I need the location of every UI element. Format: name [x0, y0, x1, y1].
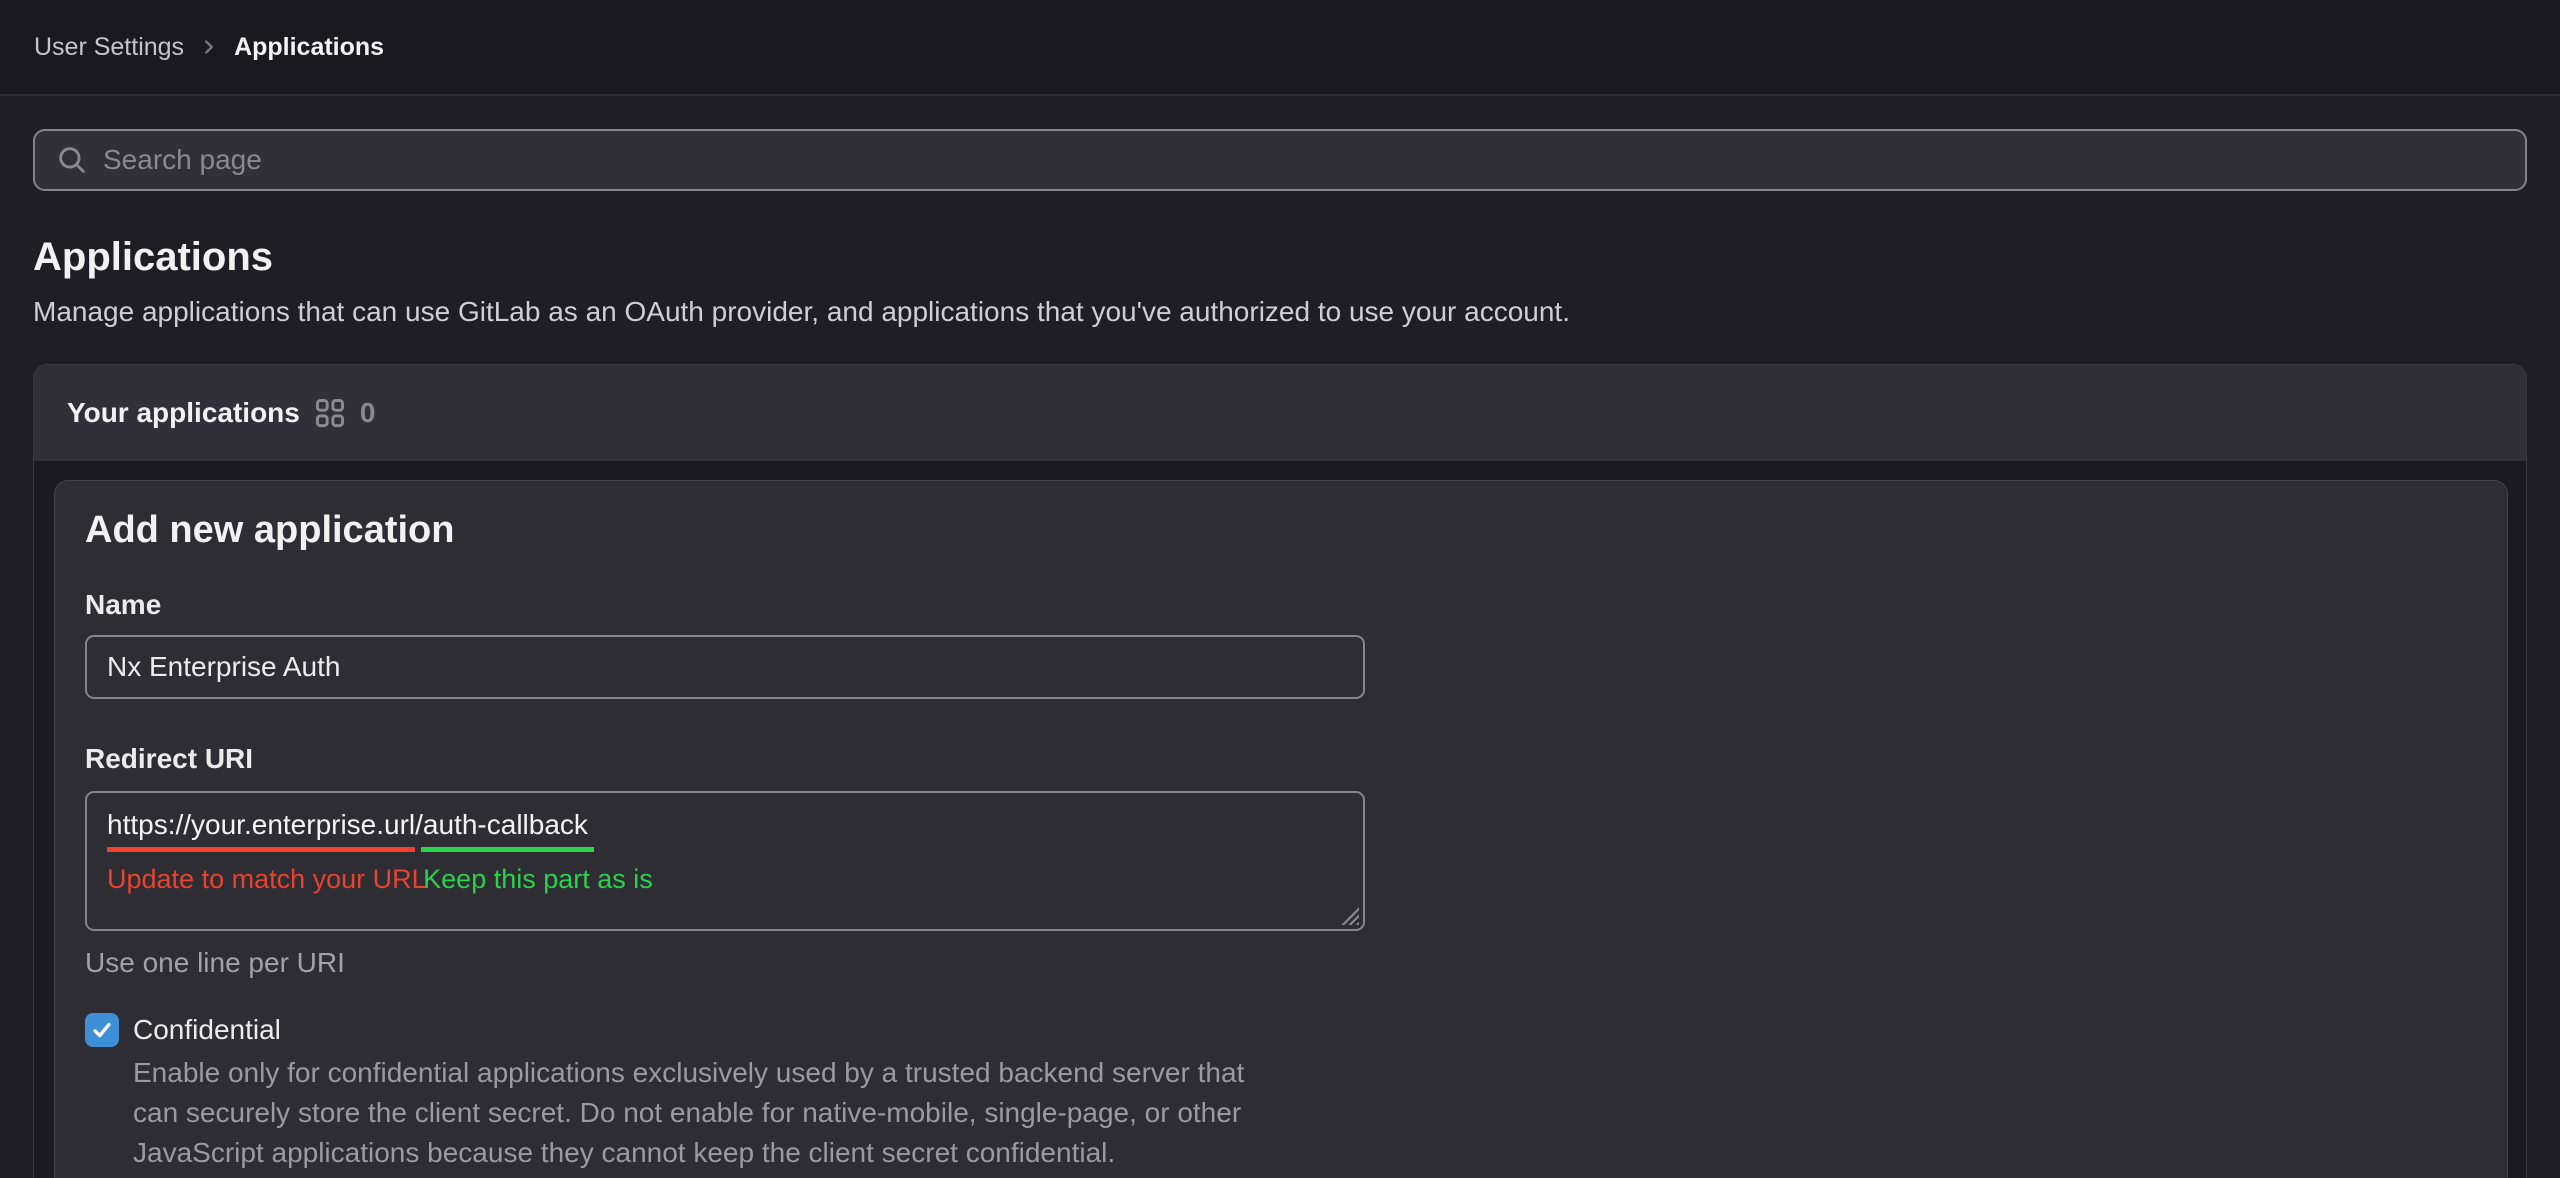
page-content: Applications Manage applications that ca…: [0, 129, 2560, 1178]
url-annotations: https://your.enterprise.urlUpdate to mat…: [107, 864, 1343, 896]
redirect-uri-label: Redirect URI: [85, 743, 2477, 775]
redirect-uri-value: https://your.enterprise.url/auth-callbac…: [107, 807, 1343, 843]
your-applications-body: Add new application Name Redirect URI ht…: [34, 461, 2526, 1178]
green-underline: /auth-callback: [421, 847, 594, 852]
url-annotation-underlines: https://your.enterprise.url/auth-callbac…: [107, 847, 1343, 852]
confidential-label[interactable]: Confidential: [133, 1014, 281, 1046]
annotation-update-url: Update to match your URL: [107, 864, 415, 895]
search-input[interactable]: [103, 131, 2505, 189]
redirect-uri-helper: Use one line per URI: [85, 947, 2477, 979]
redirect-uri-textarea[interactable]: https://your.enterprise.url/auth-callbac…: [85, 791, 1365, 931]
add-application-title: Add new application: [85, 507, 2477, 553]
your-applications-title: Your applications: [67, 397, 300, 429]
breadcrumb-applications[interactable]: Applications: [234, 33, 384, 62]
name-label: Name: [85, 589, 2477, 621]
annotation-keep-part: Keep this part as is: [423, 864, 653, 895]
applications-count-badge: 0: [360, 397, 376, 429]
breadcrumb: User Settings Applications: [34, 33, 384, 62]
confidential-description: Enable only for confidential application…: [133, 1053, 2477, 1173]
red-underline: https://your.enterprise.url: [107, 847, 415, 852]
chevron-right-icon: [198, 36, 220, 58]
page-description: Manage applications that can use GitLab …: [33, 296, 2527, 328]
breadcrumb-bar: User Settings Applications: [0, 0, 2560, 96]
checkmark-icon: [90, 1018, 114, 1042]
page-title: Applications: [33, 235, 2527, 280]
applications-grid-icon: [315, 398, 345, 428]
name-input[interactable]: [85, 635, 1365, 699]
search-icon: [55, 143, 89, 177]
resize-grip-icon[interactable]: [1341, 907, 1359, 925]
confidential-checkbox[interactable]: [85, 1013, 119, 1047]
breadcrumb-user-settings[interactable]: User Settings: [34, 33, 184, 62]
search-box[interactable]: [33, 129, 2527, 191]
your-applications-header: Your applications 0: [34, 365, 2526, 461]
add-application-card: Add new application Name Redirect URI ht…: [54, 480, 2508, 1178]
your-applications-panel: Your applications 0 Add new application …: [33, 364, 2527, 1178]
